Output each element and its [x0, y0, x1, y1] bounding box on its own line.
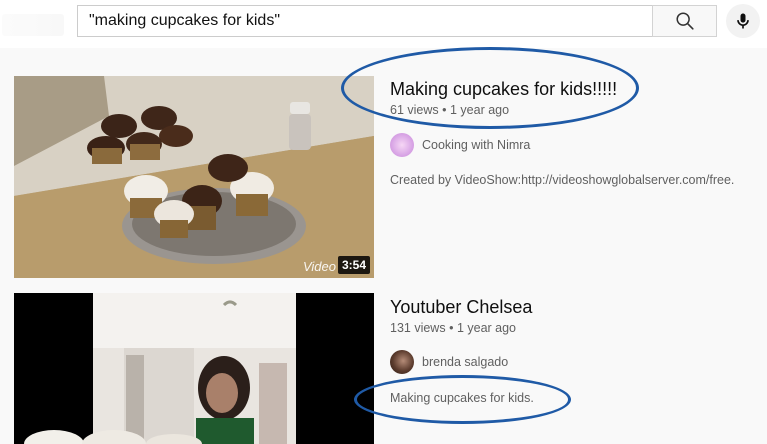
search-icon [675, 12, 694, 30]
video-watermark: Video [302, 259, 336, 274]
thumbnail-image [14, 293, 374, 444]
video-title[interactable]: Making cupcakes for kids!!!!! [390, 79, 617, 100]
channel-link[interactable]: Cooking with Nimra [390, 133, 530, 157]
video-description: Making cupcakes for kids. [390, 391, 534, 405]
video-thumbnail[interactable] [14, 293, 374, 444]
meta-separator: • [442, 103, 450, 117]
channel-name[interactable]: Cooking with Nimra [422, 138, 530, 152]
channel-link[interactable]: brenda salgado [390, 350, 508, 374]
view-count: 131 views [390, 321, 446, 335]
search-input[interactable]: "making cupcakes for kids" [77, 5, 653, 37]
upload-age: 1 year ago [456, 321, 517, 335]
search-button[interactable] [652, 5, 717, 37]
duration-badge: 3:54 [337, 256, 370, 274]
meta-separator: • [449, 321, 457, 335]
mic-icon [737, 13, 749, 29]
video-description: Created by VideoShow:http://videoshowglo… [390, 173, 735, 187]
channel-avatar[interactable] [390, 350, 414, 374]
video-title[interactable]: Youtuber Chelsea [390, 297, 532, 318]
channel-name[interactable]: brenda salgado [422, 355, 508, 369]
thumbnail-image [14, 76, 374, 278]
voice-search-button[interactable] [726, 4, 760, 38]
video-metadata: 61 views • 1 year ago [390, 103, 509, 117]
video-thumbnail[interactable]: Video 3:54 [14, 76, 374, 278]
masthead: "making cupcakes for kids" [0, 0, 767, 48]
video-metadata: 131 views • 1 year ago [390, 321, 516, 335]
channel-avatar[interactable] [390, 133, 414, 157]
logo[interactable] [2, 14, 64, 36]
upload-age: 1 year ago [449, 103, 510, 117]
view-count: 61 views [390, 103, 439, 117]
